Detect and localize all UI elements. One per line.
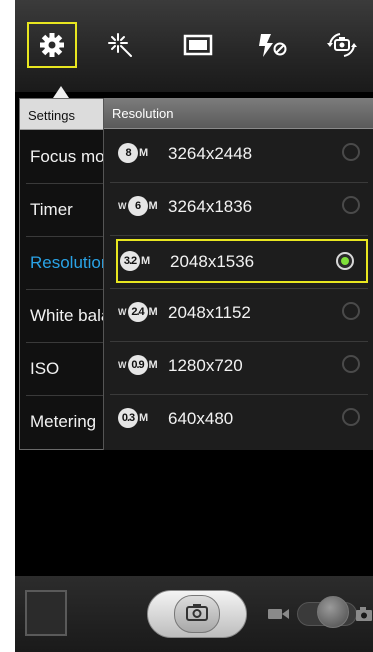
radio-button[interactable] bbox=[342, 355, 360, 373]
megapixel-value: 6 bbox=[127, 196, 148, 216]
screen-mode-button[interactable] bbox=[173, 22, 223, 68]
resolution-option-3264x1836[interactable]: W 6 M 3264x1836 bbox=[104, 183, 373, 235]
resolution-value: 1280x720 bbox=[168, 356, 243, 375]
settings-item-iso[interactable]: ISO bbox=[20, 343, 106, 395]
megapixel-suffix: M bbox=[148, 306, 158, 318]
camera-toolbar bbox=[15, 0, 373, 92]
resolution-panel: Resolution 8 M 3264x2448 W 6 M 3264x1836 bbox=[103, 98, 373, 450]
flash-off-icon bbox=[255, 31, 289, 59]
megapixel-value: 0.9 bbox=[127, 355, 148, 375]
megapixel-badge: W 0.9 M bbox=[118, 354, 158, 376]
camera-icon bbox=[355, 606, 373, 627]
resolution-option-640x480[interactable]: 0.3 M 640x480 bbox=[104, 395, 373, 447]
megapixel-value: 0.3 bbox=[118, 408, 138, 428]
resolution-option-3264x2448[interactable]: 8 M 3264x2448 bbox=[104, 130, 373, 182]
megapixel-suffix: M bbox=[141, 255, 151, 267]
rectangle-icon bbox=[183, 33, 213, 57]
camera-switch-icon bbox=[325, 31, 359, 59]
video-camera-icon bbox=[267, 606, 291, 627]
resolution-header: Resolution bbox=[104, 98, 373, 129]
settings-title: Settings bbox=[28, 108, 75, 123]
camera-video-mode-switch[interactable] bbox=[267, 596, 373, 628]
settings-item-label: ISO bbox=[30, 359, 60, 378]
gear-icon bbox=[38, 31, 66, 59]
settings-item-label: Timer bbox=[30, 200, 73, 219]
resolution-option-2048x1536[interactable]: 3.2 M 2048x1536 bbox=[116, 239, 368, 283]
resolution-value: 2048x1152 bbox=[168, 303, 251, 322]
radio-button[interactable] bbox=[342, 143, 360, 161]
resolution-value: 640x480 bbox=[168, 409, 234, 428]
settings-item-label: Metering bbox=[30, 412, 97, 431]
resolution-value: 3264x2448 bbox=[168, 144, 253, 163]
megapixel-suffix: M bbox=[148, 200, 158, 212]
megapixel-suffix: M bbox=[148, 359, 158, 371]
settings-item-focus-mode[interactable]: Focus mode bbox=[20, 131, 106, 183]
megapixel-suffix: M bbox=[139, 412, 149, 424]
mode-switch-knob[interactable] bbox=[317, 596, 349, 628]
megapixel-badge: 3.2 M bbox=[120, 250, 150, 272]
divider bbox=[110, 235, 368, 236]
resolution-title: Resolution bbox=[112, 106, 174, 121]
camera-screen: Settings Focus mode Timer Resolution Whi… bbox=[15, 0, 373, 652]
radio-button[interactable] bbox=[342, 302, 360, 320]
flash-button[interactable] bbox=[247, 22, 297, 68]
settings-item-resolution[interactable]: Resolution bbox=[20, 237, 106, 289]
panel-pointer bbox=[53, 86, 69, 98]
wide-indicator: W bbox=[118, 360, 127, 370]
resolution-option-1280x720[interactable]: W 0.9 M 1280x720 bbox=[104, 342, 373, 394]
settings-item-timer[interactable]: Timer bbox=[20, 184, 106, 236]
radio-button-selected[interactable] bbox=[336, 252, 354, 270]
settings-item-metering[interactable]: Metering bbox=[20, 396, 106, 448]
megapixel-badge: 0.3 M bbox=[118, 407, 148, 429]
settings-item-label: Resolution bbox=[30, 253, 106, 272]
shutter-inner bbox=[174, 595, 220, 633]
switch-camera-button[interactable] bbox=[317, 22, 367, 68]
sparkle-icon bbox=[106, 31, 134, 59]
resolution-option-2048x1152[interactable]: W 2.4 M 2048x1152 bbox=[104, 289, 373, 341]
camera-icon bbox=[186, 603, 208, 626]
gallery-thumbnail[interactable] bbox=[25, 590, 67, 636]
radio-button[interactable] bbox=[342, 196, 360, 214]
megapixel-badge: W 6 M bbox=[118, 195, 158, 217]
radio-button[interactable] bbox=[342, 408, 360, 426]
megapixel-badge: 8 M bbox=[118, 142, 148, 164]
settings-item-label: Focus mode bbox=[30, 147, 106, 166]
wide-indicator: W bbox=[118, 307, 127, 317]
megapixel-value: 8 bbox=[118, 143, 138, 163]
shutter-button[interactable] bbox=[147, 590, 247, 638]
megapixel-value: 3.2 bbox=[120, 251, 140, 271]
resolution-value: 2048x1536 bbox=[170, 252, 255, 271]
effects-button[interactable] bbox=[95, 22, 145, 68]
settings-item-white-balance[interactable]: White balance bbox=[20, 290, 106, 342]
settings-button[interactable] bbox=[27, 22, 77, 68]
settings-item-label: White balance bbox=[30, 306, 106, 325]
megapixel-value: 2.4 bbox=[127, 302, 148, 322]
camera-bottom-bar bbox=[15, 576, 373, 652]
megapixel-badge: W 2.4 M bbox=[118, 301, 158, 323]
megapixel-suffix: M bbox=[139, 147, 149, 159]
wide-indicator: W bbox=[118, 201, 127, 211]
resolution-value: 3264x1836 bbox=[168, 197, 253, 216]
